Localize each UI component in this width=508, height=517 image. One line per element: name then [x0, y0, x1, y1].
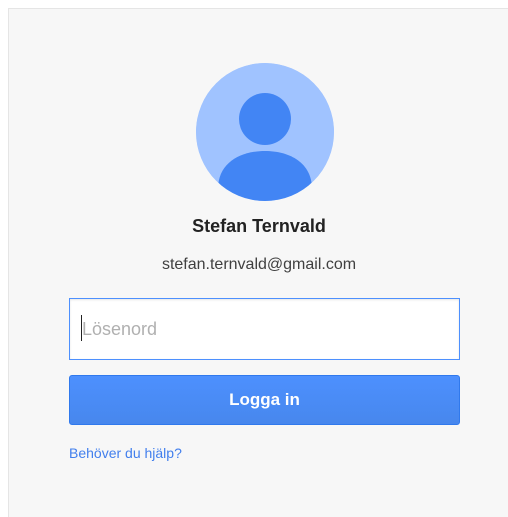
avatar [196, 63, 334, 201]
default-user-icon [196, 63, 334, 201]
login-button[interactable]: Logga in [69, 375, 460, 425]
help-link[interactable]: Behöver du hjälp? [69, 445, 182, 461]
text-caret [81, 315, 82, 341]
profile-name: Stefan Ternvald [192, 216, 326, 236]
profile-email: stefan.ternvald@gmail.com [161, 256, 357, 273]
login-card: Stefan Ternvald stefan.ternvald@gmail.co… [8, 8, 508, 517]
password-input[interactable] [69, 298, 460, 360]
